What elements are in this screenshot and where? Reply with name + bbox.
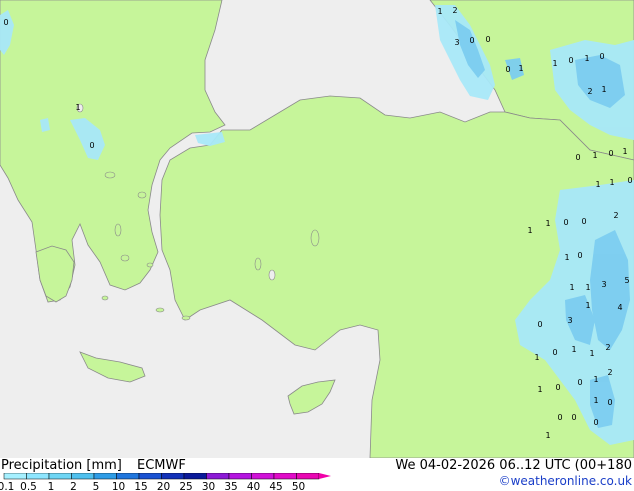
legend-swatch: [228, 473, 252, 480]
precip-value-label: 2: [607, 368, 612, 377]
legend-swatch: [183, 473, 207, 480]
legend-swatch: [138, 473, 162, 480]
precip-value-label: 2: [613, 211, 618, 220]
precip-value-label: 0: [599, 52, 604, 61]
precip-value-label: 2: [452, 6, 457, 15]
precip-value-label: 1: [518, 64, 523, 73]
credit-link[interactable]: ©weatheronline.co.uk: [499, 474, 632, 488]
precip-value-label: 0: [3, 18, 8, 27]
precip-value-label: 1: [593, 396, 598, 405]
precip-value-label: 1: [601, 85, 606, 94]
precip-value-label: 1: [437, 7, 442, 16]
precip-value-label: 1: [534, 353, 539, 362]
legend-arrow: [319, 473, 331, 479]
precip-value-label: 0: [568, 56, 573, 65]
legend-swatch: [71, 473, 95, 480]
precip-value-label: 0: [577, 378, 582, 387]
precip-value-label: 0: [607, 398, 612, 407]
precip-value-label: 1: [622, 147, 627, 156]
precip-value-label: 1: [593, 375, 598, 384]
precip-value-label: 3: [454, 38, 459, 47]
legend-swatch: [161, 473, 185, 480]
forecast-datetime: We 04-02-2026 06..12 UTC (00+180: [395, 458, 632, 473]
precip-value-label: 1: [537, 385, 542, 394]
legend-swatch: [48, 473, 72, 480]
precip-value-label: 4: [617, 303, 622, 312]
precip-value-label: 2: [605, 343, 610, 352]
precip-value-label: 1: [585, 301, 590, 310]
precipitation-map: 1 23 0 00 11 0 1 002 1100 1 0 11 1 0211 0 01 01 1 31 450 321…: [0, 0, 634, 458]
legend-swatch: [296, 473, 320, 480]
precip-value-label: 2: [587, 87, 592, 96]
map-title: Precipitation [mm]: [1, 458, 122, 473]
precip-value-label: 1: [552, 59, 557, 68]
precip-value-label: 1: [592, 151, 597, 160]
precip-value-label: 1: [564, 253, 569, 262]
precip-value-label: 0: [485, 35, 490, 44]
precip-value-label: 1: [545, 431, 550, 440]
precip-value-label: 1: [545, 219, 550, 228]
precip-value-label: 5: [624, 276, 629, 285]
precip-value-label: 0: [608, 149, 613, 158]
legend-swatch: [206, 473, 230, 480]
precip-value-label: 1: [571, 345, 576, 354]
precip-value-label: 0: [555, 383, 560, 392]
precip-value-label: 1: [569, 283, 574, 292]
precip-value-label: 0: [593, 418, 598, 427]
legend-swatch: [26, 473, 50, 480]
precip-value-label: 0: [577, 251, 582, 260]
legend-swatch: [116, 473, 140, 480]
precip-value-label: 0: [627, 176, 632, 185]
legend-swatch: [3, 473, 27, 480]
precip-value-label: 1: [595, 180, 600, 189]
model-name: ECMWF: [137, 458, 186, 473]
precip-value-label: 1: [589, 349, 594, 358]
precipitation-legend: 0.1 0.5 1 2 5 10 15 20 25 30 35 40 45 50: [0, 473, 331, 491]
legend-swatch: [93, 473, 117, 480]
precip-value-label: 0: [469, 36, 474, 45]
precip-value-label: 0: [581, 217, 586, 226]
precip-value-label: 0: [505, 65, 510, 74]
precip-value-label: 0: [552, 348, 557, 357]
map-footer: Precipitation [mm] ECMWF We 04-02-2026 0…: [0, 458, 634, 491]
precip-value-label: 3: [601, 280, 606, 289]
precip-value-label: 1: [527, 226, 532, 235]
precip-value-label: 0: [575, 153, 580, 162]
precip-value-label: 0: [571, 413, 576, 422]
precip-value-label: 0: [563, 218, 568, 227]
legend-swatch: [251, 473, 275, 480]
precip-value-label: 1: [609, 178, 614, 187]
precip-value-label: 1: [585, 283, 590, 292]
precip-value-label: 0: [537, 320, 542, 329]
precip-value-label: 1: [75, 103, 80, 112]
precip-value-label: 0: [557, 413, 562, 422]
precip-value-label: 3: [567, 316, 572, 325]
precip-value-label: 0: [89, 141, 94, 150]
precip-value-label: 1: [584, 54, 589, 63]
legend-swatch: [273, 473, 297, 480]
